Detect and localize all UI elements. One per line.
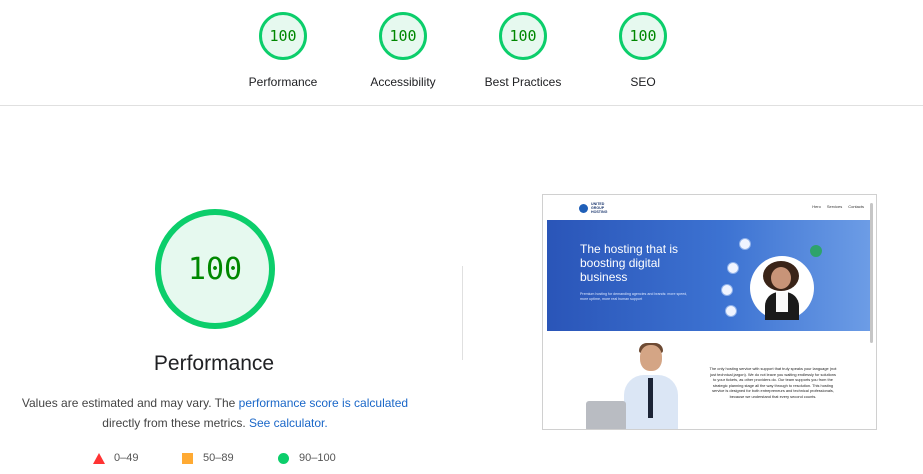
globe-logo-icon (579, 203, 588, 213)
average-square-icon (182, 452, 193, 464)
section-divider (462, 266, 463, 360)
thumb-body-text: The only hosting service with support th… (709, 366, 837, 399)
thumb-scrollbar (870, 203, 873, 343)
cloud-icon (739, 238, 751, 250)
performance-title: Performance (153, 352, 275, 375)
tool-icon (727, 262, 739, 274)
score-legend: 0–49 50–89 90–100 (0, 452, 430, 468)
thumb-nav-links: Hero Services Contacts (812, 204, 864, 209)
legend-fail-label: 0–49 (114, 452, 139, 464)
performance-description: Values are estimated and may vary. The p… (0, 393, 430, 433)
legend-average-label: 50–89 (203, 452, 234, 464)
desc-middle: directly from these metrics. (102, 416, 249, 430)
final-screenshot-thumbnail[interactable]: UNITED GROUP HOSTING Hero Services Conta… (542, 194, 877, 430)
thumb-nav-services: Services (826, 204, 843, 209)
legend-pass-label: 90–100 (299, 452, 336, 464)
gauge-performance[interactable]: 100 Performance (228, 12, 338, 89)
fail-triangle-icon (93, 452, 105, 464)
pass-circle-icon (278, 452, 289, 464)
category-summary-bar: 100 Performance 100 Accessibility 100 Be… (0, 0, 923, 106)
logo-line-3: HOSTING (591, 210, 608, 214)
performance-score-gauge: 100 (155, 209, 275, 329)
legend-average: 50–89 (182, 452, 234, 464)
laptop-image (586, 401, 626, 429)
performance-score-link[interactable]: performance score is calculated (239, 396, 408, 410)
gauge-performance-score: 100 (259, 12, 307, 60)
gauge-best-practices[interactable]: 100 Best Practices (468, 12, 578, 89)
thumb-hero: The hosting that is boosting digital bus… (547, 220, 872, 331)
hero-woman-photo (750, 256, 814, 320)
settings-icon (721, 284, 733, 296)
legend-pass: 90–100 (278, 452, 336, 464)
see-calculator-link[interactable]: See calculator. (249, 416, 328, 430)
thumb-hero-subtitle: Premium hosting for demanding agencies a… (580, 292, 688, 301)
gauge-seo-score: 100 (619, 12, 667, 60)
gauge-seo-label: SEO (630, 75, 656, 89)
thumb-nav-contacts: Contacts (848, 204, 864, 209)
gauge-seo[interactable]: 100 SEO (588, 12, 698, 89)
globe-icon (725, 305, 737, 317)
thumb-nav-hero: Hero (812, 204, 821, 209)
desc-prefix: Values are estimated and may vary. The (21, 396, 239, 410)
thumb-logo: UNITED GROUP HOSTING (579, 202, 607, 214)
legend-fail: 0–49 (93, 452, 138, 464)
gauge-accessibility[interactable]: 100 Accessibility (348, 12, 458, 89)
gauge-best-practices-label: Best Practices (484, 75, 562, 89)
security-icon (810, 245, 822, 257)
gauge-performance-label: Performance (248, 75, 318, 89)
gauge-accessibility-score: 100 (379, 12, 427, 60)
thumb-hero-title: The hosting that is boosting digital bus… (580, 242, 679, 284)
gauge-best-practices-score: 100 (499, 12, 547, 60)
gauge-accessibility-label: Accessibility (370, 75, 436, 89)
thumb-nav: UNITED GROUP HOSTING Hero Services Conta… (543, 195, 876, 219)
